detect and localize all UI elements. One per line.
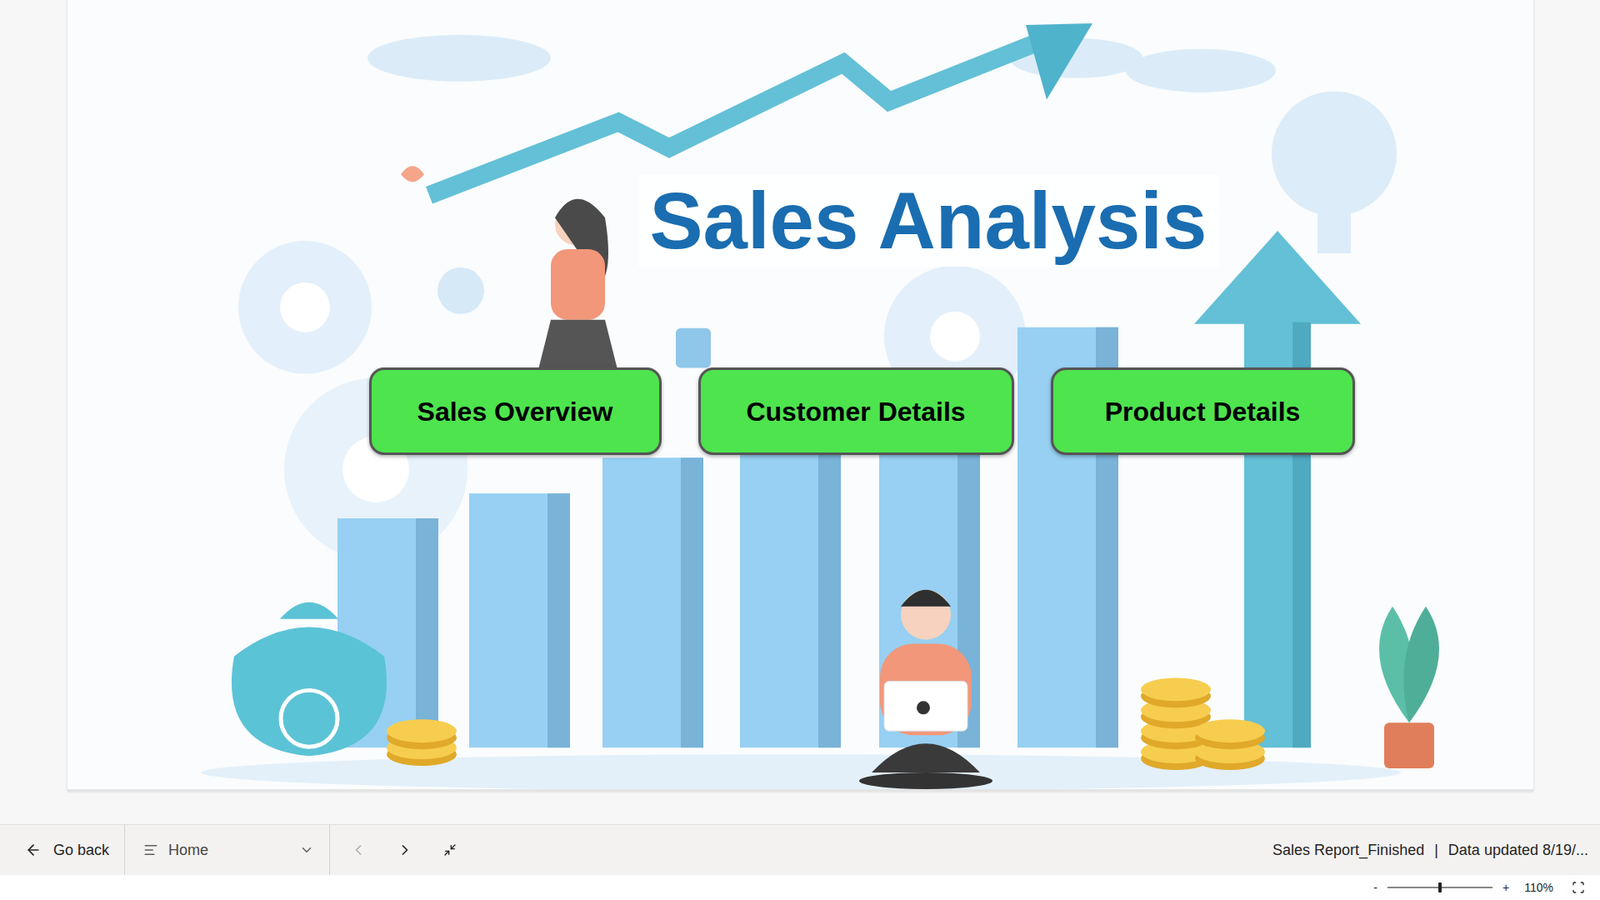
info-separator: | (1434, 839, 1439, 862)
exit-fullscreen-icon[interactable] (443, 843, 457, 857)
canvas-content: Sales Analysis Sales Overview Customer Det… (67, 0, 1534, 455)
fit-to-page-icon[interactable] (1571, 880, 1585, 895)
page-selector[interactable]: Home (125, 825, 330, 875)
previous-page-icon[interactable] (350, 841, 367, 859)
chevron-down-icon (299, 842, 315, 858)
report-title: Sales Analysis (638, 175, 1220, 267)
data-updated: Data updated 8/19/... (1448, 839, 1589, 862)
page-nav-button[interactable]: Customer Details (698, 367, 1015, 455)
report-name: Sales Report_Finished (1272, 839, 1425, 862)
zoom-out-button[interactable]: - (1370, 879, 1381, 897)
page-nav-button[interactable]: Sales Overview (369, 367, 662, 455)
zoom-bar: - +110% (0, 875, 1600, 900)
next-page-icon[interactable] (396, 841, 414, 859)
nav-buttons: Sales Overview Customer Details Product De… (67, 367, 1534, 455)
bottom-bar: Go backHome Sales Report_Finished | Data up… (0, 824, 1600, 875)
zoom-reading: 110% (1524, 879, 1554, 897)
zoom-slider-thumb[interactable] (1438, 882, 1442, 893)
zoom-slider[interactable] (1387, 881, 1493, 894)
page-nav-button[interactable]: Product Details (1050, 367, 1355, 455)
page-list-icon (143, 842, 159, 858)
zoom-in-button[interactable]: + (1499, 879, 1513, 897)
go-back-button[interactable]: Go back (0, 825, 125, 875)
report-info: Sales Report_Finished | Data updated 8/19/… (1272, 839, 1600, 862)
report-area: Sales Analysis Sales Overview Customer Det… (0, 0, 1600, 825)
arrow-left-icon (25, 841, 42, 859)
report-canvas: Sales Analysis Sales Overview Customer Det… (67, 0, 1534, 792)
report-viewer: Sales Analysis Sales Overview Customer Det… (0, 0, 1600, 900)
